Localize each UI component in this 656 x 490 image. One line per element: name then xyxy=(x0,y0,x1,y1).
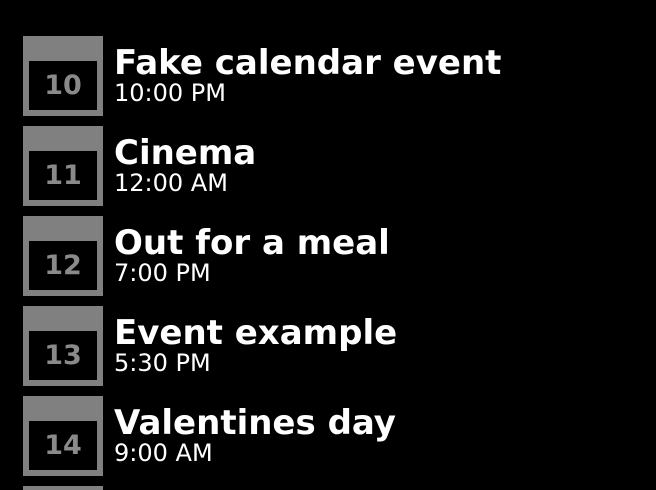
calendar-date-icon: 14 xyxy=(23,396,103,476)
event-row-14[interactable]: 14 Valentines day 9:00 AM xyxy=(0,360,656,476)
event-row-13[interactable]: 13 Event example 5:30 PM xyxy=(0,270,656,386)
event-title: Fake calendar event xyxy=(114,43,502,83)
date-number: 14 xyxy=(29,421,97,470)
event-title: Out for a meal xyxy=(114,223,390,263)
event-row-10[interactable]: 10 Fake calendar event 10:00 PM xyxy=(0,0,656,116)
event-title: Cinema xyxy=(114,133,257,173)
event-list: 10 Fake calendar event 10:00 PM 11 Cinem… xyxy=(0,0,656,490)
calendar-date-icon-partial xyxy=(23,486,103,490)
event-text: Valentines day 9:00 AM xyxy=(114,404,396,468)
event-row-11[interactable]: 11 Cinema 12:00 AM xyxy=(0,90,656,206)
event-title: Valentines day xyxy=(114,403,396,443)
event-row-12[interactable]: 12 Out for a meal 7:00 PM xyxy=(0,180,656,296)
event-title: Event example xyxy=(114,313,398,353)
